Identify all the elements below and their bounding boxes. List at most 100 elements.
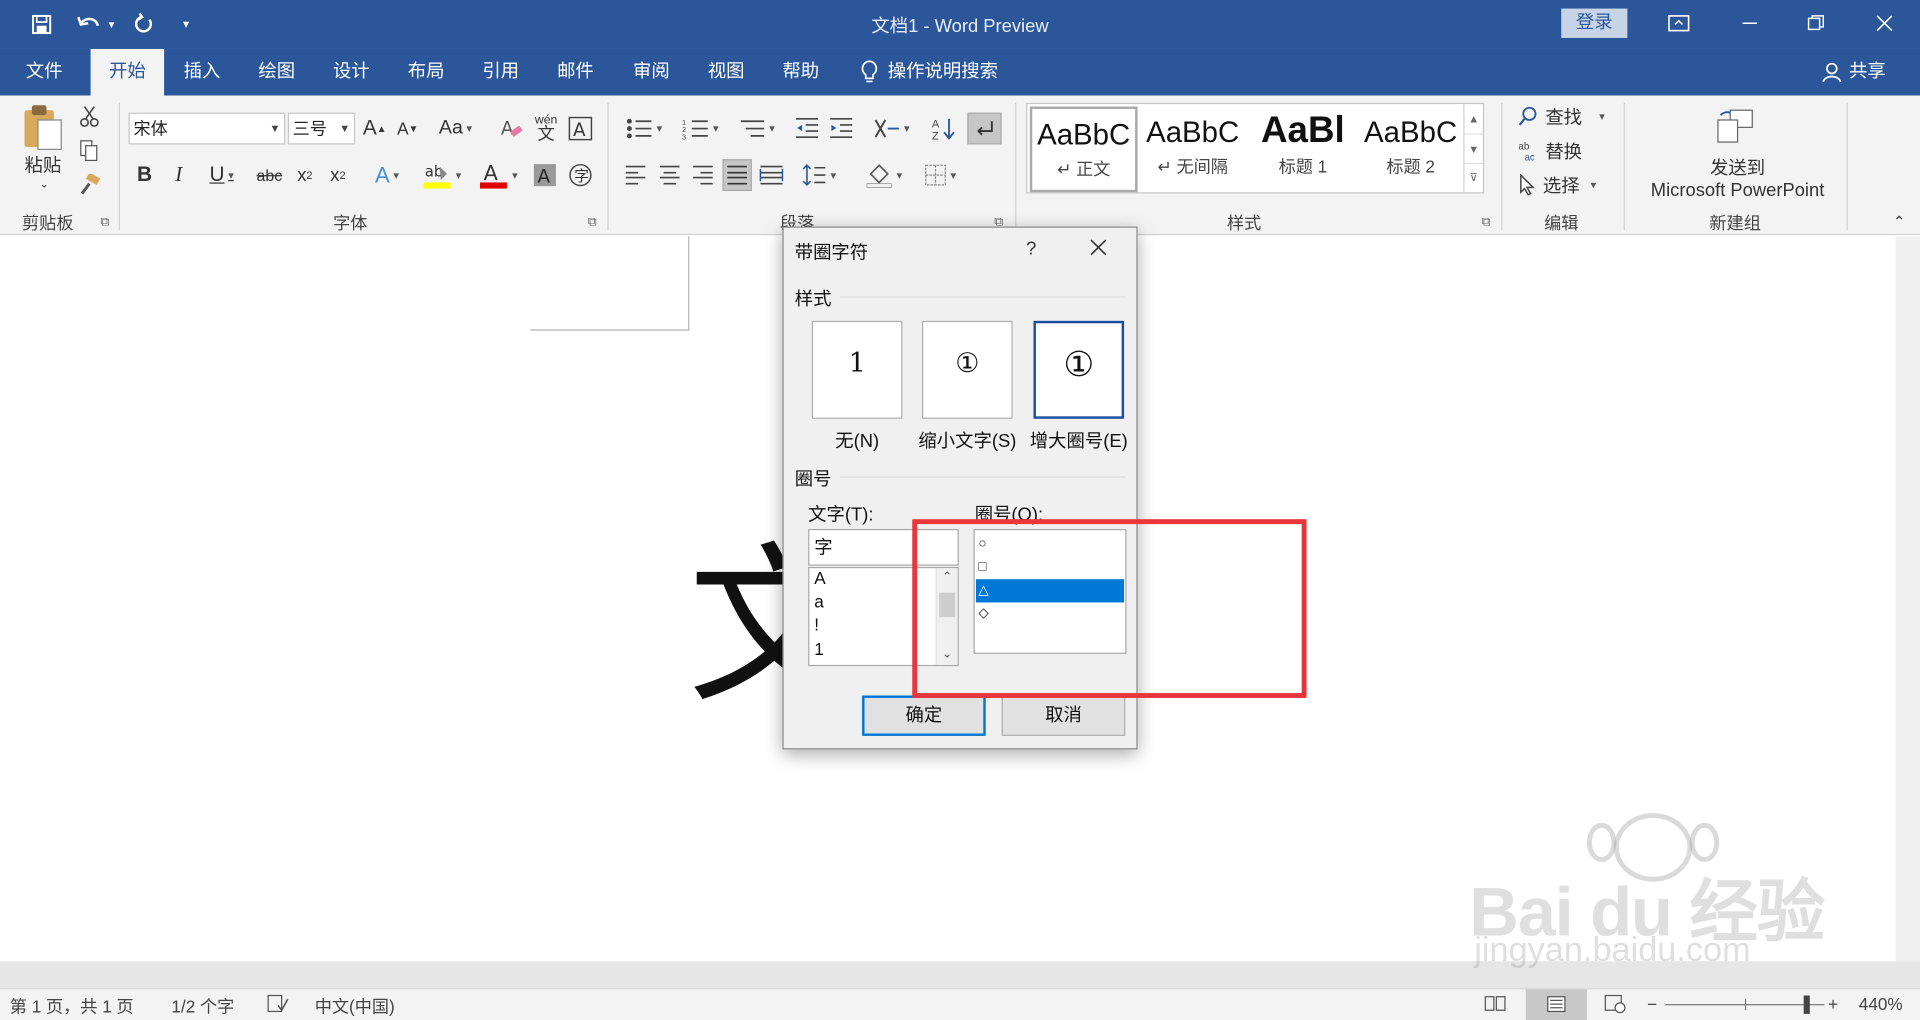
language-status[interactable]: 中文(中国) (315, 994, 395, 1018)
find-button[interactable]: 查找 ▾ (1518, 103, 1616, 130)
font-name-combo[interactable]: 宋体 ▼ (128, 112, 286, 145)
bold-icon[interactable]: B (131, 159, 158, 191)
tell-me-search[interactable]: 操作说明搜索 (861, 49, 998, 96)
font-size-combo[interactable]: 三号 ▼ (287, 112, 356, 145)
send-to-label-2[interactable]: Microsoft PowerPoint (1641, 178, 1834, 202)
ribbon-display-icon[interactable] (1660, 7, 1697, 39)
more-styles-icon[interactable]: ⊽ (1464, 162, 1483, 190)
shading-icon[interactable]: ▾ (860, 157, 909, 194)
multilevel-list-icon[interactable]: ▾ (732, 113, 781, 145)
send-to-label-1[interactable]: 发送到 (1641, 154, 1834, 178)
scroll-down-icon[interactable]: ▼ (1464, 133, 1483, 162)
tab-design[interactable]: 设计 (315, 49, 388, 96)
style-shrink-label[interactable]: 缩小文字(S) (910, 427, 1025, 453)
close-icon[interactable] (1866, 7, 1903, 39)
zoom-slider-thumb[interactable] (1803, 995, 1810, 1014)
share-button[interactable]: 共享 (1822, 49, 1886, 96)
tab-view[interactable]: 视图 (689, 49, 762, 96)
restore-icon[interactable] (1798, 7, 1835, 39)
style-no-spacing[interactable]: AaBbC ↵ 无间隔 (1139, 107, 1247, 193)
superscript-icon[interactable]: x2 (324, 159, 351, 191)
tab-insert[interactable]: 插入 (165, 49, 238, 96)
list-item[interactable]: 1 (814, 639, 824, 659)
font-launcher-icon[interactable]: ⧉ (588, 216, 597, 229)
distributed-icon[interactable] (758, 159, 785, 191)
tab-mailings[interactable]: 邮件 (539, 49, 612, 96)
cancel-button[interactable]: 取消 (1001, 695, 1126, 736)
italic-icon[interactable]: I (165, 159, 192, 191)
tab-references[interactable]: 引用 (464, 49, 537, 96)
borders-icon[interactable]: ▾ (916, 159, 965, 191)
page-count[interactable]: 第 1 页，共 1 页 (10, 994, 134, 1018)
decrease-indent-icon[interactable] (793, 113, 820, 145)
sort-icon[interactable]: AZ (928, 113, 960, 145)
clipboard-launcher-icon[interactable]: ⧉ (100, 216, 109, 229)
style-enlarge-label[interactable]: 增大圈号(E) (1021, 427, 1136, 453)
font-color-icon[interactable]: A ▾ (473, 157, 524, 194)
clear-formatting-icon[interactable]: A (496, 113, 528, 145)
chinese-layout-icon[interactable]: ▾ (867, 113, 916, 145)
vertical-scrollbar[interactable] (1895, 236, 1920, 962)
word-count[interactable]: 1/2 个字 (171, 994, 234, 1018)
grow-font-icon[interactable]: A ▲ (361, 113, 388, 145)
style-none-option[interactable]: 1 (811, 320, 903, 419)
numbering-icon[interactable]: 1 2 3 ▾ (676, 113, 725, 145)
character-border-icon[interactable]: A (566, 113, 595, 145)
cut-icon[interactable] (76, 103, 103, 130)
bullets-icon[interactable]: ▾ (620, 113, 669, 145)
phonetic-guide-icon[interactable]: wén 文 (531, 110, 560, 144)
send-to-powerpoint-icon[interactable] (1712, 105, 1756, 149)
enclose-characters-icon[interactable]: 字 (566, 159, 595, 191)
underline-icon[interactable]: U ▾ (198, 159, 245, 191)
align-right-icon[interactable] (689, 159, 716, 191)
tab-file[interactable]: 文件 (7, 49, 80, 96)
paste-button[interactable]: 粘贴 (17, 152, 68, 176)
strikethrough-icon[interactable]: abc (253, 159, 285, 191)
shrink-font-icon[interactable]: A ▼ (394, 113, 421, 145)
style-enlarge-symbol-option[interactable]: ① (1033, 320, 1125, 419)
ok-button[interactable]: 确定 (862, 695, 986, 736)
show-formatting-marks-icon[interactable] (967, 112, 1002, 145)
character-shading-icon[interactable]: A (531, 159, 558, 191)
scroll-up-icon[interactable]: ▲ (1465, 104, 1483, 133)
proofing-icon[interactable] (267, 994, 289, 1017)
style-heading-1[interactable]: AaBl 标题 1 (1249, 107, 1357, 193)
style-shrink-text-option[interactable]: ① (922, 320, 1013, 419)
subscript-icon[interactable]: x2 (291, 159, 318, 191)
tab-draw[interactable]: 绘图 (240, 49, 313, 96)
login-button[interactable]: 登录 (1561, 8, 1628, 38)
zoom-in-icon[interactable]: + (1828, 994, 1838, 1014)
style-none-label[interactable]: 无(N) (812, 427, 903, 453)
paste-dropdown-icon[interactable]: ⌄ (37, 176, 52, 191)
select-button[interactable]: 选择 ▾ (1518, 171, 1616, 198)
styles-scrollbar[interactable]: ▲ ▼ ⊽ (1463, 104, 1483, 193)
text-effects-icon[interactable]: A ▾ (365, 159, 409, 191)
copy-icon[interactable] (76, 137, 103, 164)
line-spacing-icon[interactable]: ▾ (796, 159, 843, 191)
tab-review[interactable]: 审阅 (615, 49, 688, 96)
increase-indent-icon[interactable] (828, 113, 855, 145)
styles-launcher-icon[interactable]: ⧉ (1482, 216, 1491, 229)
format-painter-icon[interactable] (76, 171, 103, 198)
list-item[interactable]: a (814, 591, 824, 611)
tab-layout[interactable]: 布局 (389, 49, 462, 96)
close-icon[interactable] (1090, 235, 1107, 263)
web-layout-icon[interactable] (1604, 994, 1626, 1017)
highlight-color-icon[interactable]: ab ▾ (416, 157, 467, 194)
justify-icon[interactable] (722, 159, 752, 192)
align-center-icon[interactable] (656, 159, 683, 191)
read-mode-icon[interactable] (1484, 994, 1506, 1015)
list-item[interactable]: ! (814, 615, 819, 635)
print-layout-icon[interactable] (1525, 989, 1587, 1020)
style-heading-2[interactable]: AaBbC 标题 2 (1357, 107, 1465, 193)
tab-home[interactable]: 开始 (90, 48, 165, 96)
list-item[interactable]: A (814, 568, 825, 588)
help-icon[interactable]: ? (1026, 239, 1036, 260)
replace-button[interactable]: ab ac 替换 (1518, 137, 1616, 164)
align-left-icon[interactable] (622, 159, 649, 191)
style-normal[interactable]: AaBbC ↵ 正文 (1029, 106, 1138, 193)
paste-icon[interactable] (17, 103, 68, 152)
zoom-out-icon[interactable]: − (1647, 994, 1657, 1014)
tab-help[interactable]: 帮助 (764, 49, 837, 96)
zoom-level[interactable]: 440% (1859, 994, 1903, 1014)
